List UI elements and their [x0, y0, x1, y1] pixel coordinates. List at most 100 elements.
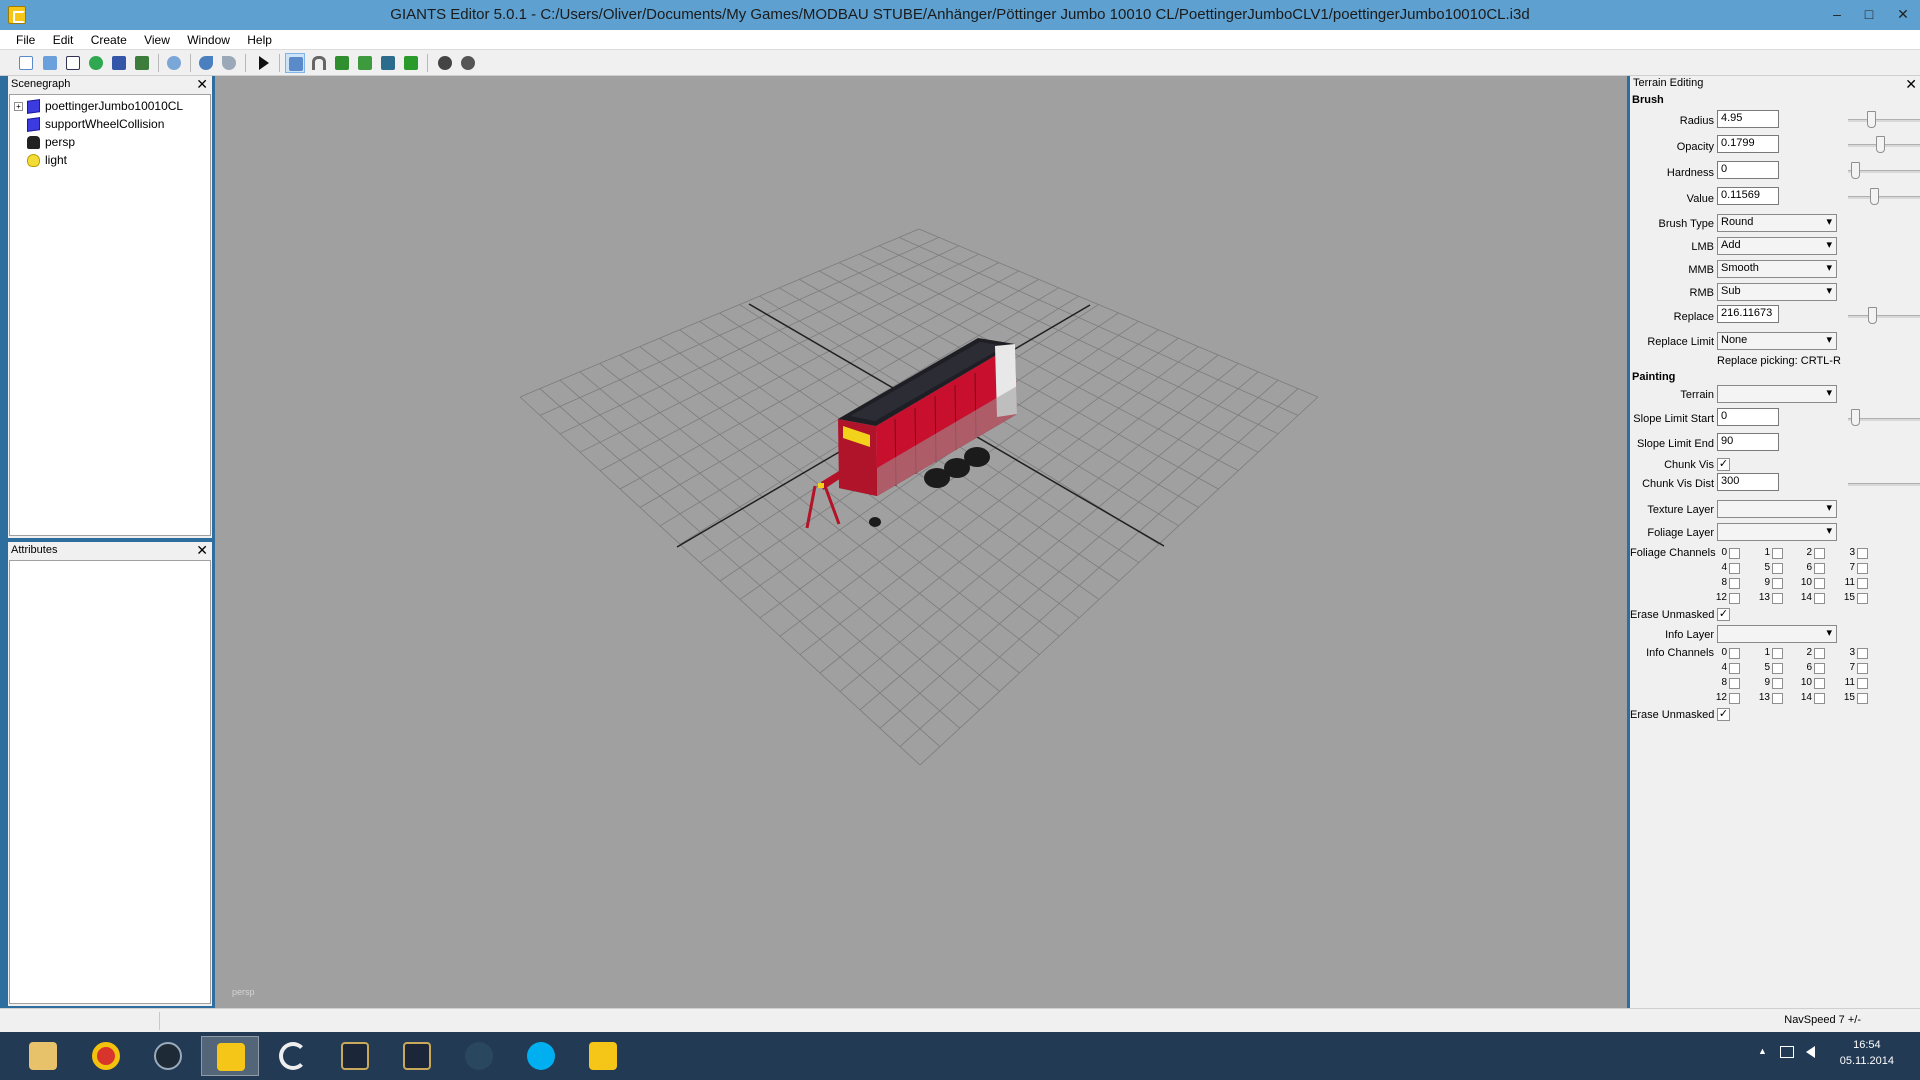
replace-slider-track[interactable] — [1848, 315, 1920, 318]
value-input[interactable]: 0.11569 — [1717, 187, 1779, 205]
foliage-channel-checkbox[interactable] — [1857, 548, 1868, 559]
redo-icon[interactable] — [219, 53, 239, 73]
magnet-icon[interactable] — [309, 53, 329, 73]
league-icon-2[interactable] — [388, 1036, 446, 1076]
info-channel-checkbox[interactable] — [1772, 693, 1783, 704]
texture-layer-select[interactable] — [1717, 500, 1837, 518]
play-icon[interactable] — [253, 53, 273, 73]
info-channel-checkbox[interactable] — [1857, 693, 1868, 704]
settings-icon[interactable] — [435, 53, 455, 73]
chunk-vis-dist-input[interactable]: 300 — [1717, 473, 1779, 491]
chunk-vis-dist-slider-track[interactable] — [1848, 483, 1920, 486]
foliage-channel-checkbox[interactable] — [1857, 563, 1868, 574]
info-channel-checkbox[interactable] — [1729, 648, 1740, 659]
network-icon[interactable] — [1780, 1046, 1794, 1058]
replace-input[interactable]: 216.11673 — [1717, 305, 1779, 323]
tree-node-light[interactable]: light — [27, 151, 67, 169]
info-channel-checkbox[interactable] — [1857, 678, 1868, 689]
viewport-scene[interactable] — [215, 76, 1627, 1008]
chunk-vis-checkbox[interactable]: ✓ — [1717, 458, 1730, 471]
refresh-icon[interactable] — [86, 53, 106, 73]
open-icon[interactable] — [40, 53, 60, 73]
menu-help[interactable]: Help — [240, 30, 279, 50]
hardness-slider-knob[interactable] — [1851, 162, 1861, 179]
foliage-channel-checkbox[interactable] — [1857, 593, 1868, 604]
foliage-channel-checkbox[interactable] — [1729, 593, 1740, 604]
foliage-channel-checkbox[interactable] — [1772, 563, 1783, 574]
menu-create[interactable]: Create — [84, 30, 134, 50]
league-icon[interactable] — [326, 1036, 384, 1076]
lmb-select[interactable]: Add — [1717, 237, 1837, 255]
attributes-close-button[interactable]: ✕ — [196, 542, 208, 558]
opacity-slider-knob[interactable] — [1875, 136, 1885, 153]
undo-icon[interactable] — [196, 53, 216, 73]
erase-unmasked-checkbox-1[interactable]: ✓ — [1717, 608, 1730, 621]
info-channel-checkbox[interactable] — [1772, 663, 1783, 674]
foliage-channel-checkbox[interactable] — [1814, 548, 1825, 559]
system-clock[interactable]: 16:54 05.11.2014 — [1840, 1037, 1894, 1069]
foliage-channel-checkbox[interactable] — [1729, 578, 1740, 589]
scenegraph-close-button[interactable]: ✕ — [196, 76, 208, 92]
foliage-channel-checkbox[interactable] — [1772, 593, 1783, 604]
info-channel-checkbox[interactable] — [1814, 678, 1825, 689]
tree-node-poettingerjumbo[interactable]: + poettingerJumbo10010CL — [14, 97, 183, 115]
slope-limit-end-input[interactable]: 90 — [1717, 433, 1779, 451]
steam-icon[interactable] — [450, 1036, 508, 1076]
giants-editor-icon-2[interactable] — [574, 1036, 632, 1076]
list-icon[interactable] — [63, 53, 83, 73]
tree-node-supportwheelcollision[interactable]: supportWheelCollision — [27, 115, 164, 133]
info-channel-checkbox[interactable] — [1814, 648, 1825, 659]
info-layer-select[interactable] — [1717, 625, 1837, 643]
terrain-paint-icon[interactable] — [355, 53, 375, 73]
info-channel-checkbox[interactable] — [1772, 678, 1783, 689]
erase-unmasked-checkbox-2[interactable]: ✓ — [1717, 708, 1730, 721]
foliage-channel-checkbox[interactable] — [1857, 578, 1868, 589]
info-channel-checkbox[interactable] — [1814, 693, 1825, 704]
radius-slider-track[interactable] — [1848, 119, 1920, 122]
info-channel-checkbox[interactable] — [1857, 648, 1868, 659]
logitech-g-icon[interactable] — [264, 1036, 322, 1076]
terrain-sculpt-icon[interactable] — [332, 53, 352, 73]
volume-icon[interactable] — [1806, 1046, 1815, 1058]
info-channel-checkbox[interactable] — [1772, 648, 1783, 659]
giants-editor-icon[interactable] — [201, 1036, 259, 1076]
foliage-channel-checkbox[interactable] — [1729, 563, 1740, 574]
rmb-select[interactable]: Sub — [1717, 283, 1837, 301]
mmb-select[interactable]: Smooth — [1717, 260, 1837, 278]
slope-limit-start-slider-knob[interactable] — [1851, 409, 1861, 426]
chrome-icon[interactable] — [77, 1036, 135, 1076]
foliage-layer-select[interactable] — [1717, 523, 1837, 541]
new-icon[interactable] — [16, 53, 36, 73]
radius-input[interactable]: 4.95 — [1717, 110, 1779, 128]
value-slider-knob[interactable] — [1869, 188, 1879, 205]
tray-expand-button[interactable]: ▲ — [1758, 1046, 1767, 1056]
replace-slider-knob[interactable] — [1867, 307, 1877, 324]
foliage-channel-checkbox[interactable] — [1814, 563, 1825, 574]
replace-limit-select[interactable]: None — [1717, 332, 1837, 350]
menu-edit[interactable]: Edit — [46, 30, 81, 50]
info-channel-checkbox[interactable] — [1814, 663, 1825, 674]
hardness-input[interactable]: 0 — [1717, 161, 1779, 179]
settings-alt-icon[interactable] — [458, 53, 478, 73]
menu-view[interactable]: View — [137, 30, 177, 50]
menu-file[interactable]: File — [9, 30, 42, 50]
terrain-editing-close-button[interactable]: ✕ — [1905, 76, 1917, 93]
import-icon[interactable] — [164, 53, 184, 73]
info-channel-checkbox[interactable] — [1857, 663, 1868, 674]
brush-type-select[interactable]: Round — [1717, 214, 1837, 232]
radius-slider-knob[interactable] — [1866, 111, 1876, 128]
foliage-icon[interactable] — [378, 53, 398, 73]
terrain-select[interactable] — [1717, 385, 1837, 403]
grass-icon[interactable] — [401, 53, 421, 73]
slope-limit-start-input[interactable]: 0 — [1717, 408, 1779, 426]
info-channel-checkbox[interactable] — [1729, 678, 1740, 689]
select-icon[interactable] — [285, 53, 305, 73]
info-channel-checkbox[interactable] — [1729, 693, 1740, 704]
scenegraph-tree[interactable]: + poettingerJumbo10010CL supportWheelColl… — [9, 94, 211, 536]
close-window-button[interactable]: ✕ — [1880, 0, 1920, 30]
opacity-input[interactable]: 0.1799 — [1717, 135, 1779, 153]
attributes-content[interactable] — [9, 560, 211, 1004]
expand-icon[interactable]: + — [14, 102, 23, 112]
value-slider-track[interactable] — [1848, 196, 1920, 199]
foliage-channel-checkbox[interactable] — [1772, 548, 1783, 559]
